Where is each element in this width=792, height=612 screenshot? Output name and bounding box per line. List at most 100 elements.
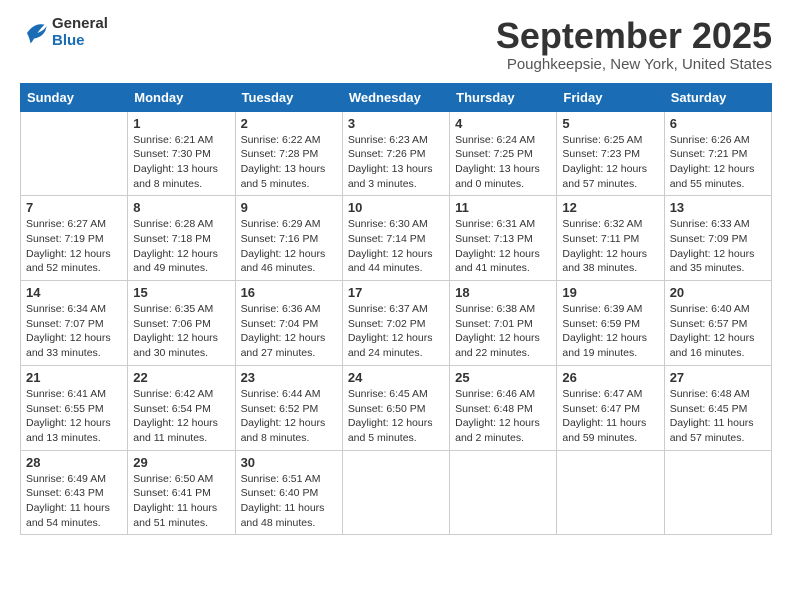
cell-sun-info: Sunrise: 6:36 AMSunset: 7:04 PMDaylight:…	[241, 302, 337, 361]
cell-sun-info: Sunrise: 6:26 AMSunset: 7:21 PMDaylight:…	[670, 133, 766, 192]
cell-date-number: 16	[241, 285, 337, 300]
cell-date-number: 20	[670, 285, 766, 300]
cell-sun-info: Sunrise: 6:37 AMSunset: 7:02 PMDaylight:…	[348, 302, 444, 361]
cell-date-number: 13	[670, 200, 766, 215]
cell-sun-info: Sunrise: 6:46 AMSunset: 6:48 PMDaylight:…	[455, 387, 551, 446]
calendar-cell	[21, 111, 128, 196]
calendar-cell: 27Sunrise: 6:48 AMSunset: 6:45 PMDayligh…	[664, 365, 771, 450]
calendar-cell: 16 Sunrise: 6:36 AMSunset: 7:04 PMDayligh…	[235, 281, 342, 366]
calendar-cell: 21Sunrise: 6:41 AMSunset: 6:55 PMDayligh…	[21, 365, 128, 450]
calendar-cell: 1 Sunrise: 6:21 AMSunset: 7:30 PMDaylight…	[128, 111, 235, 196]
calendar-cell: 20 Sunrise: 6:40 AMSunset: 6:57 PMDayligh…	[664, 281, 771, 366]
logo-text-general: General	[52, 16, 108, 33]
day-header-friday: Friday	[557, 83, 664, 111]
cell-date-number: 5	[562, 116, 658, 131]
cell-date-number: 28	[26, 455, 122, 470]
cell-sun-info: Sunrise: 6:25 AMSunset: 7:23 PMDaylight:…	[562, 133, 658, 192]
week-row-3: 14 Sunrise: 6:34 AMSunset: 7:07 PMDayligh…	[21, 281, 772, 366]
calendar-cell: 10 Sunrise: 6:30 AMSunset: 7:14 PMDayligh…	[342, 196, 449, 281]
cell-sun-info: Sunrise: 6:42 AMSunset: 6:54 PMDaylight:…	[133, 387, 229, 446]
calendar-cell	[557, 450, 664, 535]
calendar-cell: 7 Sunrise: 6:27 AMSunset: 7:19 PMDaylight…	[21, 196, 128, 281]
calendar-cell: 8Sunrise: 6:28 AMSunset: 7:18 PMDaylight…	[128, 196, 235, 281]
cell-date-number: 1	[133, 116, 229, 131]
day-header-sunday: Sunday	[21, 83, 128, 111]
cell-sun-info: Sunrise: 6:29 AMSunset: 7:16 PMDaylight:…	[241, 217, 337, 276]
page-header: General Blue September 2025 Poughkeepsie…	[20, 16, 772, 73]
cell-date-number: 19	[562, 285, 658, 300]
calendar-cell: 6 Sunrise: 6:26 AMSunset: 7:21 PMDaylight…	[664, 111, 771, 196]
cell-sun-info: Sunrise: 6:39 AMSunset: 6:59 PMDaylight:…	[562, 302, 658, 361]
calendar-cell: 4 Sunrise: 6:24 AMSunset: 7:25 PMDaylight…	[450, 111, 557, 196]
title-block: September 2025 Poughkeepsie, New York, U…	[496, 16, 772, 73]
cell-sun-info: Sunrise: 6:33 AMSunset: 7:09 PMDaylight:…	[670, 217, 766, 276]
calendar-cell: 5 Sunrise: 6:25 AMSunset: 7:23 PMDaylight…	[557, 111, 664, 196]
calendar-cell: 26 Sunrise: 6:47 AMSunset: 6:47 PMDayligh…	[557, 365, 664, 450]
cell-sun-info: Sunrise: 6:49 AMSunset: 6:43 PMDaylight:…	[26, 472, 122, 531]
cell-date-number: 6	[670, 116, 766, 131]
calendar-cell: 13 Sunrise: 6:33 AMSunset: 7:09 PMDayligh…	[664, 196, 771, 281]
calendar-cell: 14 Sunrise: 6:34 AMSunset: 7:07 PMDayligh…	[21, 281, 128, 366]
cell-date-number: 9	[241, 200, 337, 215]
cell-date-number: 21	[26, 370, 122, 385]
cell-sun-info: Sunrise: 6:31 AMSunset: 7:13 PMDaylight:…	[455, 217, 551, 276]
week-row-2: 7 Sunrise: 6:27 AMSunset: 7:19 PMDaylight…	[21, 196, 772, 281]
cell-date-number: 14	[26, 285, 122, 300]
cell-date-number: 12	[562, 200, 658, 215]
cell-sun-info: Sunrise: 6:48 AMSunset: 6:45 PMDaylight:…	[670, 387, 766, 446]
cell-sun-info: Sunrise: 6:27 AMSunset: 7:19 PMDaylight:…	[26, 217, 122, 276]
cell-date-number: 15	[133, 285, 229, 300]
calendar-cell: 15 Sunrise: 6:35 AMSunset: 7:06 PMDayligh…	[128, 281, 235, 366]
calendar-cell: 12 Sunrise: 6:32 AMSunset: 7:11 PMDayligh…	[557, 196, 664, 281]
cell-sun-info: Sunrise: 6:44 AMSunset: 6:52 PMDaylight:…	[241, 387, 337, 446]
calendar-cell: 22Sunrise: 6:42 AMSunset: 6:54 PMDayligh…	[128, 365, 235, 450]
week-row-4: 21Sunrise: 6:41 AMSunset: 6:55 PMDayligh…	[21, 365, 772, 450]
cell-sun-info: Sunrise: 6:38 AMSunset: 7:01 PMDaylight:…	[455, 302, 551, 361]
calendar-cell	[450, 450, 557, 535]
month-title: September 2025	[496, 16, 772, 56]
cell-sun-info: Sunrise: 6:32 AMSunset: 7:11 PMDaylight:…	[562, 217, 658, 276]
calendar-cell	[342, 450, 449, 535]
calendar-cell: 11 Sunrise: 6:31 AMSunset: 7:13 PMDayligh…	[450, 196, 557, 281]
week-row-5: 28 Sunrise: 6:49 AMSunset: 6:43 PMDayligh…	[21, 450, 772, 535]
day-header-tuesday: Tuesday	[235, 83, 342, 111]
cell-date-number: 26	[562, 370, 658, 385]
cell-date-number: 7	[26, 200, 122, 215]
cell-date-number: 3	[348, 116, 444, 131]
cell-sun-info: Sunrise: 6:35 AMSunset: 7:06 PMDaylight:…	[133, 302, 229, 361]
cell-sun-info: Sunrise: 6:45 AMSunset: 6:50 PMDaylight:…	[348, 387, 444, 446]
cell-date-number: 23	[241, 370, 337, 385]
calendar-cell: 3Sunrise: 6:23 AMSunset: 7:26 PMDaylight…	[342, 111, 449, 196]
day-header-saturday: Saturday	[664, 83, 771, 111]
cell-date-number: 30	[241, 455, 337, 470]
calendar-cell: 19 Sunrise: 6:39 AMSunset: 6:59 PMDayligh…	[557, 281, 664, 366]
cell-sun-info: Sunrise: 6:40 AMSunset: 6:57 PMDaylight:…	[670, 302, 766, 361]
day-header-monday: Monday	[128, 83, 235, 111]
cell-date-number: 18	[455, 285, 551, 300]
cell-sun-info: Sunrise: 6:24 AMSunset: 7:25 PMDaylight:…	[455, 133, 551, 192]
cell-date-number: 29	[133, 455, 229, 470]
cell-sun-info: Sunrise: 6:22 AMSunset: 7:28 PMDaylight:…	[241, 133, 337, 192]
calendar-cell: 24 Sunrise: 6:45 AMSunset: 6:50 PMDayligh…	[342, 365, 449, 450]
cell-sun-info: Sunrise: 6:21 AMSunset: 7:30 PMDaylight:…	[133, 133, 229, 192]
cell-date-number: 10	[348, 200, 444, 215]
cell-sun-info: Sunrise: 6:30 AMSunset: 7:14 PMDaylight:…	[348, 217, 444, 276]
subtitle: Poughkeepsie, New York, United States	[496, 56, 772, 73]
calendar-cell: 18 Sunrise: 6:38 AMSunset: 7:01 PMDayligh…	[450, 281, 557, 366]
calendar-cell: 23 Sunrise: 6:44 AMSunset: 6:52 PMDayligh…	[235, 365, 342, 450]
day-header-row: SundayMondayTuesdayWednesdayThursdayFrid…	[21, 83, 772, 111]
cell-sun-info: Sunrise: 6:47 AMSunset: 6:47 PMDaylight:…	[562, 387, 658, 446]
week-row-1: 1 Sunrise: 6:21 AMSunset: 7:30 PMDaylight…	[21, 111, 772, 196]
day-header-thursday: Thursday	[450, 83, 557, 111]
cell-date-number: 24	[348, 370, 444, 385]
calendar-table: SundayMondayTuesdayWednesdayThursdayFrid…	[20, 83, 772, 536]
cell-sun-info: Sunrise: 6:34 AMSunset: 7:07 PMDaylight:…	[26, 302, 122, 361]
cell-date-number: 17	[348, 285, 444, 300]
cell-date-number: 11	[455, 200, 551, 215]
calendar-cell: 29 Sunrise: 6:50 AMSunset: 6:41 PMDayligh…	[128, 450, 235, 535]
cell-date-number: 4	[455, 116, 551, 131]
logo-icon	[20, 19, 48, 47]
calendar-cell	[664, 450, 771, 535]
cell-sun-info: Sunrise: 6:50 AMSunset: 6:41 PMDaylight:…	[133, 472, 229, 531]
cell-date-number: 8	[133, 200, 229, 215]
